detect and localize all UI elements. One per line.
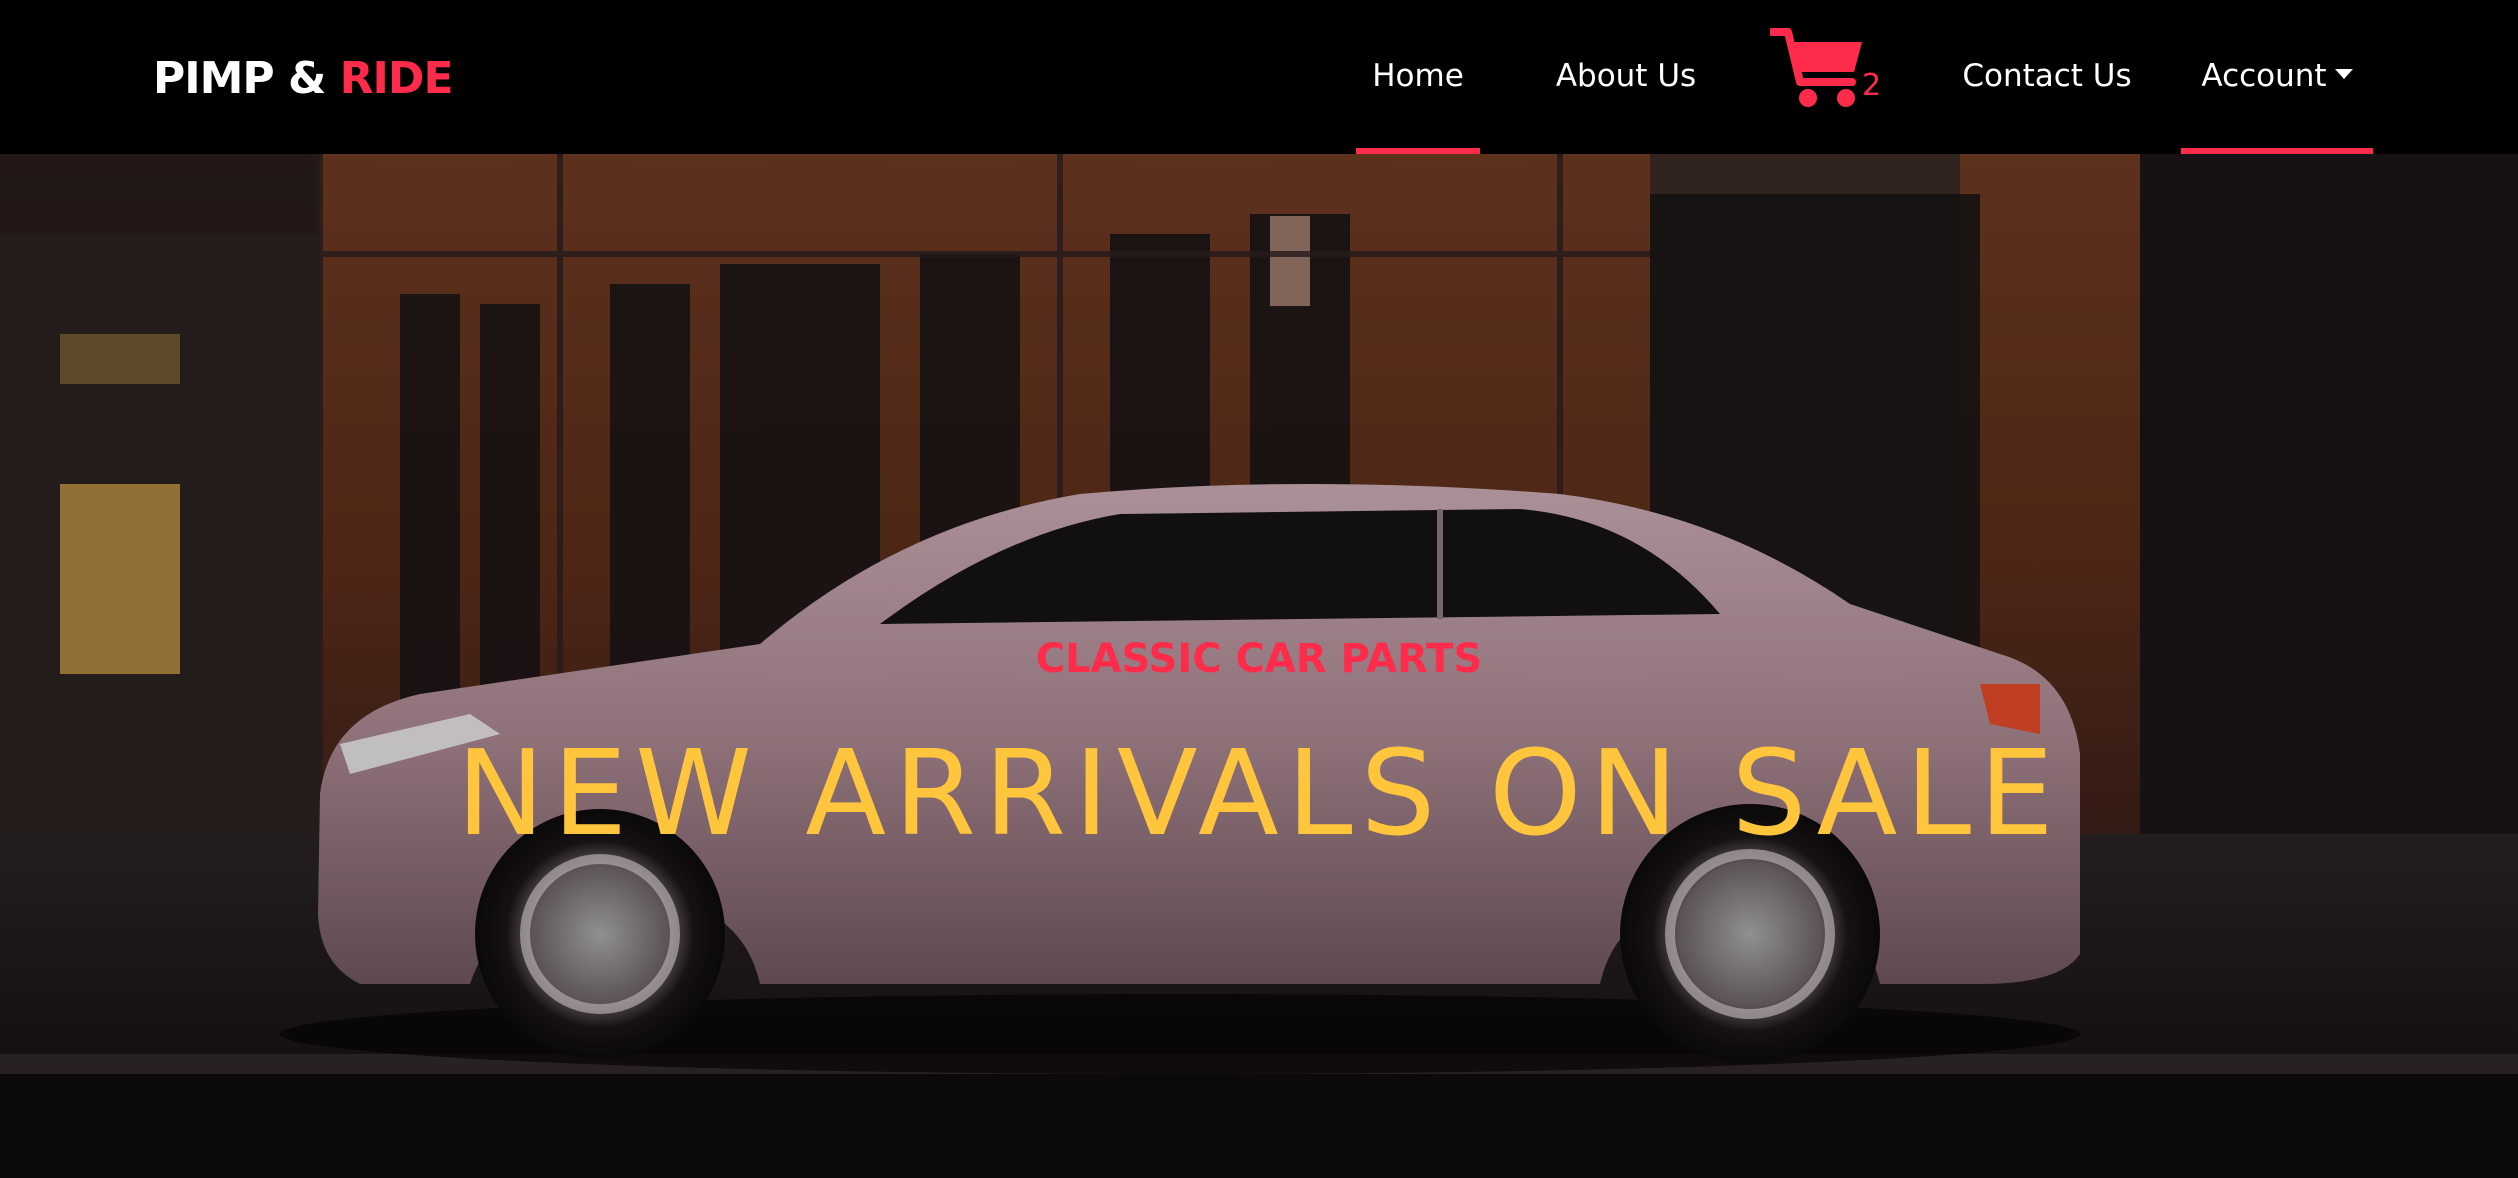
caret-down-icon <box>2334 68 2353 79</box>
hero-banner: CLASSIC CAR PARTS NEW ARRIVALS ON SALE <box>0 154 2518 1178</box>
hero-title: NEW ARRIVALS ON SALE <box>456 724 2062 862</box>
nav-account-label: Account <box>2201 58 2327 94</box>
nav-account-dropdown[interactable]: Account <box>2181 0 2373 154</box>
hero-subtitle: CLASSIC CAR PARTS <box>1035 636 1483 682</box>
brand-part-1: PIMP & <box>153 53 340 104</box>
brand-logo[interactable]: PIMP & RIDE <box>153 48 454 110</box>
nav-home-link[interactable]: Home <box>1356 0 1480 154</box>
brand-part-2: RIDE <box>339 53 454 104</box>
nav-about-link[interactable]: About Us <box>1540 0 1712 154</box>
shopping-cart-icon <box>1770 28 1862 107</box>
cart-button[interactable]: 2 <box>1770 26 1890 116</box>
nav-contact-link[interactable]: Contact Us <box>1944 0 2150 154</box>
top-navbar: PIMP & RIDE Home About Us 2 Contact Us A… <box>0 0 2518 154</box>
cart-count-badge: 2 <box>1862 68 1882 103</box>
